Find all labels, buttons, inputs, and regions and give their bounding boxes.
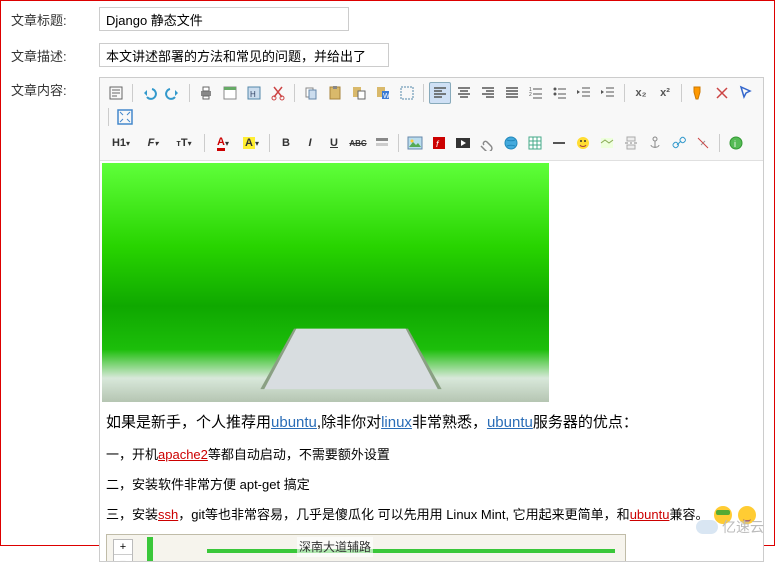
attach-icon[interactable] (476, 132, 498, 154)
subscript-icon[interactable]: x₂ (630, 82, 652, 104)
map-zoom-in[interactable]: + (114, 540, 132, 555)
content-label: 文章内容: (11, 77, 99, 99)
link-ubuntu-2[interactable]: ubuntu (487, 414, 533, 431)
paste-text-icon[interactable] (348, 82, 370, 104)
video-icon[interactable] (452, 132, 474, 154)
heading-select[interactable]: H1▾ (105, 132, 137, 154)
superscript-icon[interactable]: x² (654, 82, 676, 104)
indent-icon[interactable] (597, 82, 619, 104)
desc-input[interactable] (99, 43, 389, 67)
underline-icon[interactable]: U (323, 132, 345, 154)
copy-icon[interactable] (300, 82, 322, 104)
fontfamily-select[interactable]: F▾ (139, 132, 167, 154)
rich-editor: H W 12 (99, 77, 764, 562)
svg-text:W: W (383, 93, 390, 100)
paragraph-2: 一，开机apache2等都自动启动，不需要额外设置 (106, 444, 757, 466)
fontcolor-icon[interactable]: A▾ (210, 132, 236, 154)
paste-icon[interactable] (324, 82, 346, 104)
clear-format-icon[interactable] (711, 82, 733, 104)
svg-text:H: H (250, 90, 256, 99)
globe-icon[interactable] (500, 132, 522, 154)
link-ubuntu-3[interactable]: ubuntu (630, 507, 670, 522)
paragraph-4: 三，安装ssh，git等也非常容易，几乎是傻瓜化 可以先用用 Linux Min… (106, 504, 757, 526)
title-label: 文章标题: (11, 7, 99, 29)
paste-word-icon[interactable]: W (372, 82, 394, 104)
template-icon[interactable] (219, 82, 241, 104)
svg-text:i: i (734, 139, 736, 149)
removeformat-icon[interactable] (371, 132, 393, 154)
map-zoom-out[interactable]: − (114, 555, 132, 561)
link-ssh[interactable]: ssh (158, 507, 178, 522)
about-icon[interactable]: i (725, 132, 747, 154)
cloud-icon (696, 520, 718, 534)
redo-icon[interactable] (162, 82, 184, 104)
undo-icon[interactable] (138, 82, 160, 104)
map-road-label: 深南大道辅路 (297, 537, 373, 557)
editor-toolbar: H W 12 (100, 78, 763, 161)
select-all-icon[interactable] (396, 82, 418, 104)
editor-content-area[interactable]: 如果是新手，个人推荐用ubuntu,除非你对linux非常熟悉，ubuntu服务… (100, 161, 763, 561)
paragraph-1: 如果是新手，个人推荐用ubuntu,除非你对linux非常熟悉，ubuntu服务… (106, 410, 757, 436)
fontsize-select[interactable]: тT▾ (169, 132, 199, 154)
source-icon[interactable] (105, 82, 127, 104)
link-ubuntu-1[interactable]: ubuntu (271, 414, 317, 431)
embedded-map[interactable]: + − 深南大道辅路 (106, 534, 626, 561)
map-zoom-control[interactable]: + − (113, 539, 133, 561)
title-input[interactable] (99, 7, 349, 31)
title-row: 文章标题: (1, 1, 774, 37)
map-road-line-2 (147, 537, 153, 561)
unordered-list-icon[interactable] (549, 82, 571, 104)
print-icon[interactable] (195, 82, 217, 104)
hr-icon[interactable] (548, 132, 570, 154)
anchor-icon[interactable] (644, 132, 666, 154)
ordered-list-icon[interactable]: 12 (525, 82, 547, 104)
format-brush-icon[interactable] (687, 82, 709, 104)
align-right-icon[interactable] (477, 82, 499, 104)
bamboo-image (102, 163, 549, 402)
desc-label: 文章描述: (11, 43, 99, 65)
emoji-icon[interactable] (572, 132, 594, 154)
fullscreen-icon[interactable] (114, 106, 136, 128)
flash-icon[interactable]: f (428, 132, 450, 154)
htmlcode-icon[interactable]: H (243, 82, 265, 104)
link-icon[interactable] (668, 132, 690, 154)
image-icon[interactable] (404, 132, 426, 154)
outdent-icon[interactable] (573, 82, 595, 104)
align-justify-icon[interactable] (501, 82, 523, 104)
map-road-line (207, 549, 615, 553)
align-left-icon[interactable] (429, 82, 451, 104)
align-center-icon[interactable] (453, 82, 475, 104)
bold-icon[interactable]: B (275, 132, 297, 154)
svg-text:2: 2 (529, 92, 532, 98)
cut-icon[interactable] (267, 82, 289, 104)
italic-icon[interactable]: I (299, 132, 321, 154)
map-icon[interactable] (596, 132, 618, 154)
desc-row: 文章描述: (1, 37, 774, 73)
pagebreak-icon[interactable] (620, 132, 642, 154)
strike-icon[interactable]: ABC (347, 132, 369, 154)
link-apache2[interactable]: apache2 (158, 447, 208, 462)
unlink-icon[interactable] (692, 132, 714, 154)
table-icon[interactable] (524, 132, 546, 154)
select-tool-icon[interactable] (735, 82, 757, 104)
content-row: 文章内容: H W (1, 73, 774, 568)
link-linux[interactable]: linux (381, 414, 412, 431)
bgcolor-icon[interactable]: A▾ (238, 132, 264, 154)
paragraph-3: 二，安装软件非常方便 apt-get 搞定 (106, 474, 757, 496)
watermark: 亿速云 (696, 517, 764, 537)
